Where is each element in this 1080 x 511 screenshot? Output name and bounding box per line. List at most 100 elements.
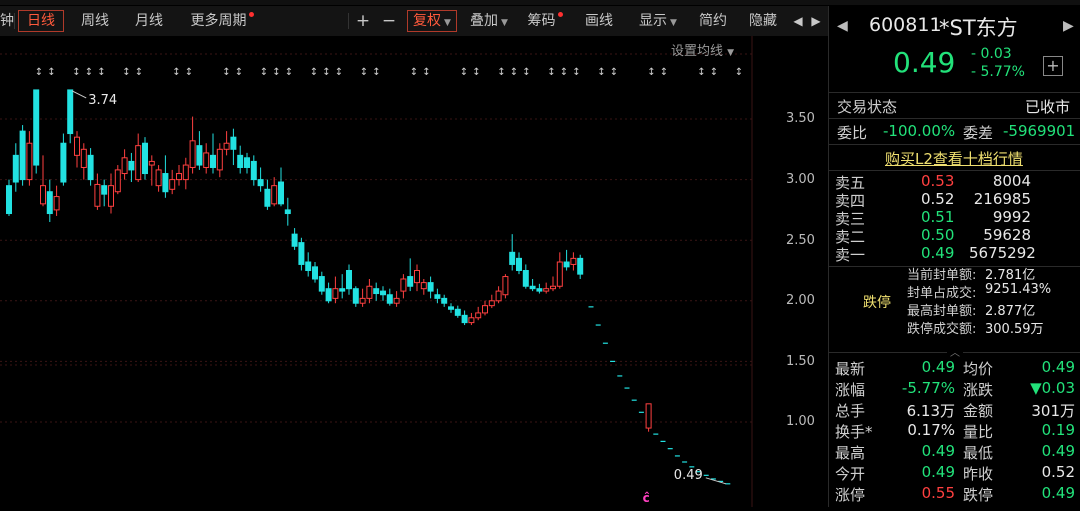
chevron-left-icon[interactable]: ◀ — [790, 6, 806, 36]
collapse-chevron-icon[interactable]: ︿ — [947, 344, 963, 359]
high-pointer — [71, 90, 87, 99]
limit-info-value: 9251.43% — [985, 282, 1052, 297]
candle-body — [312, 266, 318, 280]
ask-price: 0.51 — [921, 208, 955, 226]
ask-volume: 8004 — [992, 172, 1031, 190]
candle-body — [264, 188, 271, 207]
candle-body — [570, 257, 577, 265]
candle-body — [516, 257, 522, 272]
event-marker-icon: ↕ — [185, 67, 193, 78]
stat-label: 涨跌 — [963, 381, 994, 399]
stat-label: 均价 — [963, 360, 994, 378]
stat-value: 0.19 — [1041, 421, 1075, 439]
chips-button[interactable]: 筹码 — [522, 6, 568, 36]
low-price-label: 0.49 — [674, 468, 703, 483]
weibi-label: 委比 — [837, 124, 868, 142]
chevron-right-icon[interactable]: ▶ — [808, 6, 824, 36]
stat-label: 换手* — [835, 423, 873, 441]
zoom-in-button[interactable]: + — [352, 6, 374, 36]
quote-panel: ◀ 600811 *ST东方 ▶ 0.49 - 0.03 - 5.77% + 交… — [828, 6, 1080, 507]
event-marker-icon: ↕ — [597, 67, 605, 78]
candle-body — [441, 297, 448, 304]
overlay-dropdown[interactable]: 叠加 ▼ — [464, 6, 514, 36]
limit-info-label: 跌停成交额: — [907, 322, 977, 337]
candle-body — [87, 154, 94, 181]
overlay-label: 叠加 — [470, 13, 499, 29]
notify-dot-icon — [248, 12, 254, 17]
event-marker-icon: ↕ — [660, 67, 668, 78]
candle-body — [325, 288, 332, 302]
y-tick-label: 1.50 — [786, 354, 815, 369]
candle-body — [332, 288, 339, 299]
candle-body — [257, 179, 264, 187]
candle-body — [352, 288, 359, 304]
toolbar-divider — [348, 13, 349, 29]
adjust-dropdown[interactable]: 复权 ▼ — [404, 6, 460, 36]
stat-value: 0.17% — [907, 421, 955, 439]
tab-daily[interactable]: 日线 — [16, 6, 66, 36]
stat-label: 最新 — [835, 360, 866, 378]
candle-body — [278, 181, 284, 205]
next-stock-icon[interactable]: ▶ — [1063, 18, 1074, 34]
kline-chart[interactable]: ↕ ↕ ↕ ↕ ↕ ↕ ↕ ↕ ↕ ↕ ↕ ↕ ↕ ↕ ↕ ↕ ↕ ↕ ↕ ↕ ↕ ↕ ↕ ↕ ↕ ↕ ↕ ↕ ↕ ↕ ↕ ↕ ↕ ↕ ↕ ↕ 3.74… — [0, 36, 828, 507]
ask-level-label: 卖一 — [835, 246, 866, 264]
candle-body — [577, 257, 584, 275]
event-marker-icon: ↕ — [272, 67, 280, 78]
event-marker-icon: ↕ — [172, 67, 180, 78]
event-marker-icon: ↕ — [122, 67, 130, 78]
hide-button[interactable]: 隐藏 — [738, 6, 788, 36]
buy-l2-link[interactable]: 购买L2查看十档行情 — [885, 148, 1023, 169]
event-marker-icon: ↕ — [410, 67, 418, 78]
candle-body — [148, 160, 155, 166]
add-watchlist-button[interactable]: + — [1043, 56, 1063, 76]
display-dropdown[interactable]: 显示 ▼ — [630, 6, 686, 36]
ask-volume: 9992 — [992, 208, 1031, 226]
ask-volume: 216985 — [973, 190, 1031, 208]
candle-body — [346, 270, 352, 290]
candle-body — [386, 294, 393, 304]
candle-body — [230, 136, 237, 150]
event-marker-icon: ↕ — [460, 67, 468, 78]
candle-body — [114, 169, 121, 193]
candle-body — [291, 233, 298, 247]
toolbar-divider — [14, 13, 15, 29]
candle-body — [223, 142, 230, 150]
candle-body — [373, 288, 380, 295]
candle-body — [488, 300, 495, 307]
stat-value: 0.55 — [921, 484, 955, 502]
candle-body — [461, 314, 468, 324]
candle-body — [359, 297, 366, 304]
candle-body — [318, 276, 325, 292]
event-marker-icon: ↕ — [260, 67, 268, 78]
chips-label: 筹码 — [527, 13, 556, 29]
set-ma-label: 设置均线 — [671, 44, 724, 59]
last-price: 0.49 — [893, 46, 956, 79]
candle-body — [196, 145, 203, 166]
draw-line-button[interactable]: 画线 — [576, 6, 622, 36]
tab-weekly[interactable]: 周线 — [70, 6, 120, 36]
candle-body — [454, 308, 461, 316]
candle-body — [46, 191, 53, 215]
event-marker-icon: ↕ — [360, 67, 368, 78]
candle-body — [203, 152, 210, 168]
chevron-down-icon: ▼ — [727, 48, 735, 58]
candle-body — [33, 89, 40, 166]
event-marker-icon: ↕ — [72, 67, 80, 78]
kline-canvas: ↕ ↕ ↕ ↕ ↕ ↕ ↕ ↕ ↕ ↕ ↕ ↕ ↕ ↕ ↕ ↕ ↕ ↕ ↕ ↕ ↕ ↕ ↕ ↕ ↕ ↕ ↕ ↕ ↕ ↕ ↕ ↕ ↕ ↕ ↕ ↕ 3.74… — [0, 36, 753, 507]
weicha-value: -5969901 — [1003, 122, 1076, 140]
candle-body — [509, 251, 516, 265]
candle-body — [536, 288, 543, 292]
price-change: - 0.03 — [971, 46, 1012, 62]
candle-body — [305, 261, 312, 272]
zoom-out-button[interactable]: − — [378, 6, 400, 36]
simple-mode-button[interactable]: 简约 — [690, 6, 736, 36]
prev-stock-icon[interactable]: ◀ — [837, 18, 848, 34]
candle-body — [645, 403, 652, 429]
period-minute-stub[interactable]: 钟 — [0, 6, 14, 36]
candle-body — [550, 285, 556, 290]
more-period-button[interactable]: 更多周期 — [178, 6, 266, 36]
set-ma-button[interactable]: 设置均线 ▼ — [671, 40, 734, 59]
event-marker-icon: ↕ — [572, 67, 580, 78]
tab-monthly[interactable]: 月线 — [124, 6, 174, 36]
candle-body — [502, 276, 509, 296]
